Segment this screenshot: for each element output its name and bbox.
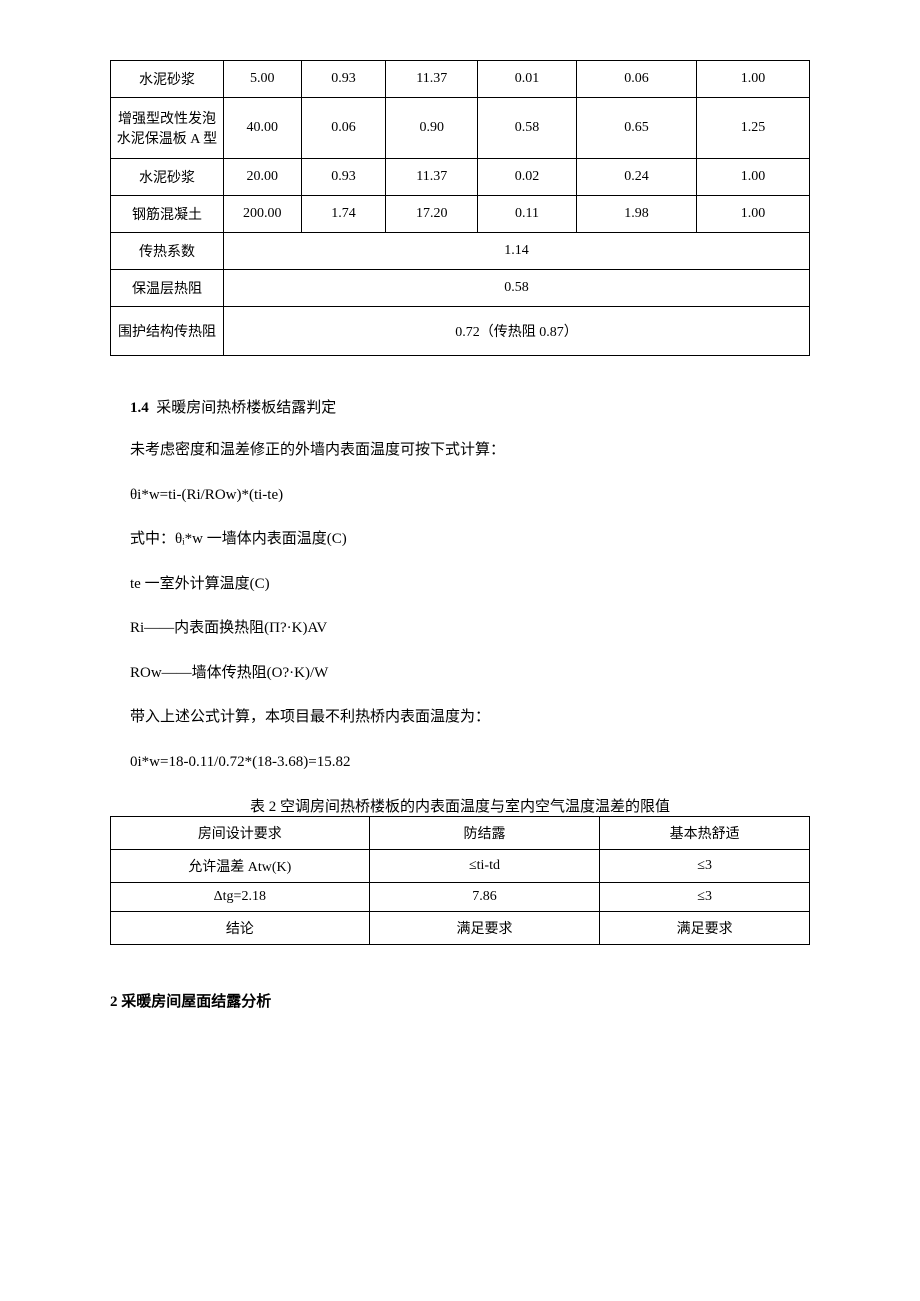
cell: 1.00: [696, 196, 809, 233]
temperature-limit-table: 房间设计要求 防结露 基本热舒适 允许温差 Atw(K) ≤ti-td ≤3 Δ…: [110, 816, 810, 945]
summary-label: 围护结构传热阻: [111, 307, 224, 356]
table-row: 钢筋混凝土 200.00 1.74 17.20 0.11 1.98 1.00: [111, 196, 810, 233]
cell: 1.00: [696, 159, 809, 196]
cell: 满足要求: [600, 912, 810, 945]
table-2-caption: 表 2 空调房间热桥楼板的内表面温度与室内空气温度温差的限值: [110, 795, 810, 816]
summary-label: 保温层热阻: [111, 270, 224, 307]
summary-row: 围护结构传热阻 0.72（传热阻 0.87）: [111, 307, 810, 356]
section-2-heading: 2 采暖房间屋面结露分析: [110, 991, 810, 1014]
paragraph: 式中：θᵢ*w 一墙体内表面温度(C): [110, 528, 810, 551]
cell: 0.02: [478, 159, 577, 196]
summary-value: 0.58: [223, 270, 809, 307]
summary-value: 0.72（传热阻 0.87）: [223, 307, 809, 356]
paragraph: Ri——内表面换热阻(Π?·K)AV: [110, 617, 810, 640]
cell: 0.06: [576, 61, 696, 98]
material-layers-table: 水泥砂浆 5.00 0.93 11.37 0.01 0.06 1.00 增强型改…: [110, 60, 810, 356]
cell: 0.06: [301, 98, 386, 159]
cell: 房间设计要求: [111, 817, 370, 850]
cell: 20.00: [223, 159, 301, 196]
table-row: 结论 满足要求 满足要求: [111, 912, 810, 945]
cell: ≤ti-td: [369, 850, 600, 883]
cell: Δtg=2.18: [111, 883, 370, 912]
paragraph: θi*w=ti-(Ri/ROw)*(ti-te): [110, 484, 810, 507]
cell: ≤3: [600, 850, 810, 883]
section-1-4-heading: 1.4 采暖房间热桥楼板结露判定: [110, 396, 810, 417]
cell: 1.00: [696, 61, 809, 98]
cell: 0.65: [576, 98, 696, 159]
summary-row: 传热系数 1.14: [111, 233, 810, 270]
cell: 0.90: [386, 98, 478, 159]
table-row: Δtg=2.18 7.86 ≤3: [111, 883, 810, 912]
cell: 结论: [111, 912, 370, 945]
cell-material: 增强型改性发泡水泥保温板 A 型: [111, 98, 224, 159]
table-row: 水泥砂浆 5.00 0.93 11.37 0.01 0.06 1.00: [111, 61, 810, 98]
cell: 允许温差 Atw(K): [111, 850, 370, 883]
cell: 17.20: [386, 196, 478, 233]
cell: 7.86: [369, 883, 600, 912]
cell: 1.98: [576, 196, 696, 233]
summary-value: 1.14: [223, 233, 809, 270]
section-title-text: 采暖房间热桥楼板结露判定: [156, 400, 336, 416]
cell: 0.93: [301, 159, 386, 196]
cell-material: 水泥砂浆: [111, 159, 224, 196]
cell: 0.24: [576, 159, 696, 196]
cell: 40.00: [223, 98, 301, 159]
paragraph: 0i*w=18-0.11/0.72*(18-3.68)=15.82: [110, 751, 810, 774]
cell: 1.25: [696, 98, 809, 159]
cell: 0.01: [478, 61, 577, 98]
cell: 11.37: [386, 61, 478, 98]
cell: ≤3: [600, 883, 810, 912]
summary-row: 保温层热阻 0.58: [111, 270, 810, 307]
cell: 1.74: [301, 196, 386, 233]
cell-material: 钢筋混凝土: [111, 196, 224, 233]
cell: 基本热舒适: [600, 817, 810, 850]
cell: 200.00: [223, 196, 301, 233]
table-row: 增强型改性发泡水泥保温板 A 型 40.00 0.06 0.90 0.58 0.…: [111, 98, 810, 159]
cell: 满足要求: [369, 912, 600, 945]
cell: 5.00: [223, 61, 301, 98]
table-row: 允许温差 Atw(K) ≤ti-td ≤3: [111, 850, 810, 883]
cell: 0.58: [478, 98, 577, 159]
table-row: 水泥砂浆 20.00 0.93 11.37 0.02 0.24 1.00: [111, 159, 810, 196]
paragraph: 未考虑密度和温差修正的外墙内表面温度可按下式计算：: [110, 439, 810, 462]
section-number: 1.4: [130, 400, 149, 416]
table-row: 房间设计要求 防结露 基本热舒适: [111, 817, 810, 850]
paragraph: 带入上述公式计算，本项目最不利热桥内表面温度为：: [110, 706, 810, 729]
cell: 0.11: [478, 196, 577, 233]
paragraph: te 一室外计算温度(C): [110, 573, 810, 596]
cell: 防结露: [369, 817, 600, 850]
paragraph: ROw——墙体传热阻(O?·K)/W: [110, 662, 810, 685]
summary-label: 传热系数: [111, 233, 224, 270]
cell: 0.93: [301, 61, 386, 98]
cell-material: 水泥砂浆: [111, 61, 224, 98]
cell: 11.37: [386, 159, 478, 196]
